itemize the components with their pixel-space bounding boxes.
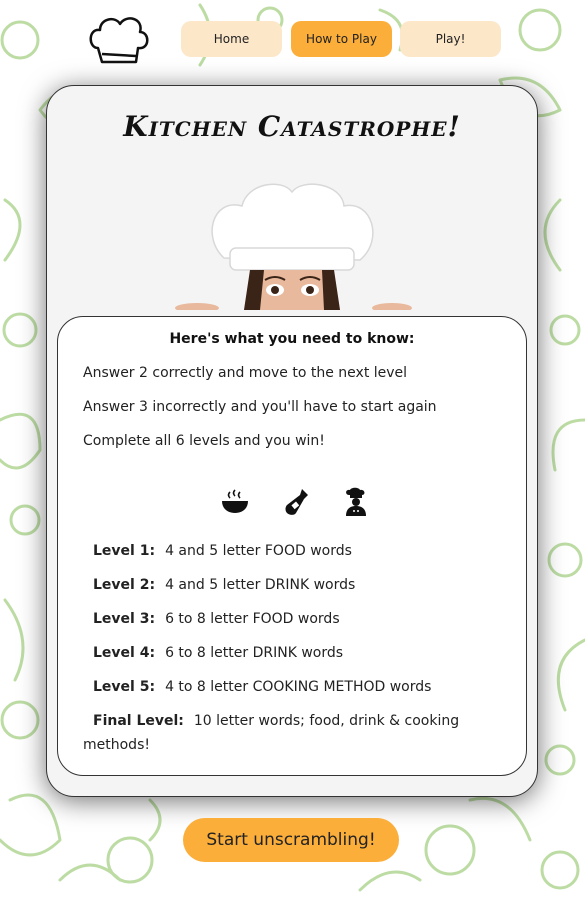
level-item: Level 5: 4 to 8 letter COOKING METHOD wor… bbox=[83, 675, 503, 699]
rule-item: Answer 3 incorrectly and you'll have to … bbox=[83, 399, 437, 415]
level-desc: 6 to 8 letter DRINK words bbox=[165, 645, 344, 661]
level-desc: 4 and 5 letter FOOD words bbox=[165, 543, 352, 559]
level-name: Final Level: bbox=[93, 713, 184, 729]
level-item: Level 4: 6 to 8 letter DRINK words bbox=[83, 641, 503, 665]
level-name: Level 4: bbox=[93, 645, 156, 661]
level-name: Level 2: bbox=[93, 577, 156, 593]
food-bowl-icon bbox=[222, 489, 248, 513]
how-to-play-card: Kitchen Catastrophe! Here's what you nee… bbox=[46, 85, 538, 797]
level-name: Level 3: bbox=[93, 611, 156, 627]
level-item: Level 1: 4 and 5 letter FOOD words bbox=[83, 539, 503, 563]
category-icons bbox=[58, 487, 526, 517]
chef-icon bbox=[346, 487, 366, 516]
rules-box: Here's what you need to know: Answer 2 c… bbox=[57, 316, 527, 776]
rule-item: Complete all 6 levels and you win! bbox=[83, 433, 325, 449]
level-item: Level 2: 4 and 5 letter DRINK words bbox=[83, 573, 503, 597]
rule-item: Answer 2 correctly and move to the next … bbox=[83, 365, 408, 381]
start-unscrambling-button[interactable]: Start unscrambling! bbox=[183, 818, 399, 862]
level-name: Level 5: bbox=[93, 679, 156, 695]
page-title: Kitchen Catastrophe! bbox=[123, 110, 461, 143]
level-name: Level 1: bbox=[93, 543, 156, 559]
rules-heading: Here's what you need to know: bbox=[169, 331, 415, 347]
level-desc: 4 to 8 letter COOKING METHOD words bbox=[165, 679, 432, 695]
level-item: Level 3: 6 to 8 letter FOOD words bbox=[83, 607, 503, 631]
nav-how-to-play-button[interactable]: How to Play bbox=[291, 21, 392, 57]
nav-play-button[interactable]: Play! bbox=[400, 21, 501, 57]
chef-hat-icon[interactable] bbox=[86, 14, 152, 70]
nav-home-button[interactable]: Home bbox=[181, 21, 282, 57]
bottle-icon bbox=[285, 489, 308, 515]
level-item: Final Level: 10 letter words; food, drink… bbox=[83, 709, 503, 757]
level-desc: 4 and 5 letter DRINK words bbox=[165, 577, 356, 593]
chef-peeking-image bbox=[175, 183, 412, 310]
level-desc: 6 to 8 letter FOOD words bbox=[165, 611, 340, 627]
top-nav: Home How to Play Play! bbox=[0, 0, 585, 70]
